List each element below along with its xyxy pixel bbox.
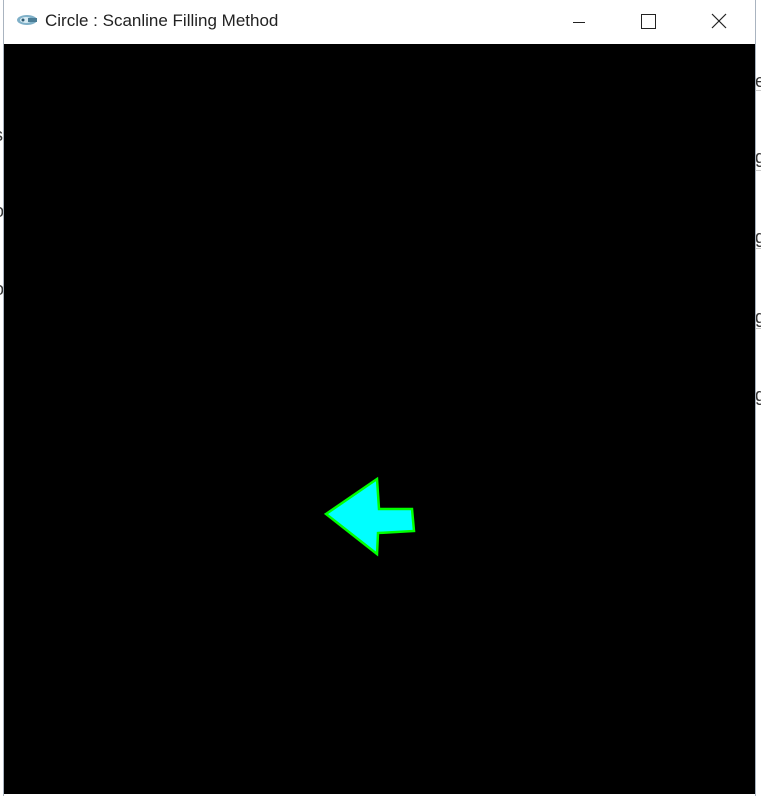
background-text-fragment: g — [755, 307, 761, 327]
background-text-fragment: g — [755, 147, 761, 167]
background-text-fragment: g — [755, 385, 761, 405]
drawing-canvas — [4, 44, 755, 794]
close-icon — [711, 13, 727, 29]
title-bar[interactable]: Circle : Scanline Filling Method — [4, 0, 755, 44]
arrow-fill — [323, 476, 416, 557]
left-arrow-shape — [323, 476, 416, 557]
background-window-right: e g g g g — [755, 44, 761, 796]
window-title: Circle : Scanline Filling Method — [45, 11, 279, 30]
maximize-icon — [641, 14, 656, 29]
background-divider — [755, 248, 761, 249]
minimize-icon — [573, 22, 585, 23]
maximize-button[interactable] — [625, 0, 671, 44]
close-button[interactable] — [696, 0, 742, 44]
background-text-fragment: s — [0, 126, 3, 144]
app-icon — [17, 15, 37, 25]
background-text-fragment: e — [755, 71, 761, 91]
background-divider — [755, 170, 761, 171]
background-divider — [755, 328, 761, 329]
minimize-button[interactable] — [556, 0, 602, 44]
background-divider — [755, 90, 761, 91]
background-text-fragment: g — [755, 227, 761, 247]
app-window: Circle : Scanline Filling Method — [4, 0, 755, 796]
